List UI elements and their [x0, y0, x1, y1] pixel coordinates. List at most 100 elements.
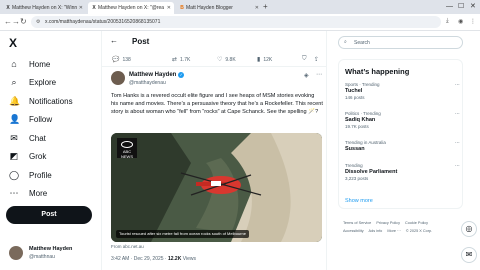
browser-menu-icon[interactable]: ⋮ [470, 18, 476, 25]
sidebar-item-grok[interactable]: ◩ Grok [9, 149, 47, 163]
trend-item[interactable]: Sports · Trending Tuchel 146 posts ⋯ [345, 82, 460, 101]
reload-icon[interactable]: ↻ [20, 17, 27, 27]
trend-count: 19.7K posts [345, 124, 369, 129]
grok-fab-button[interactable]: ◎ [461, 221, 477, 237]
trend-more-icon[interactable]: ⋯ [455, 140, 460, 146]
close-tab-icon[interactable]: ✕ [255, 2, 259, 14]
x-logo-icon[interactable]: X [9, 36, 17, 50]
repost-icon: ⇄ [172, 57, 178, 63]
trend-name: Tuchel [345, 88, 363, 94]
grok-icon[interactable]: ◈ [304, 72, 309, 79]
blogger-favicon-icon: B [180, 5, 184, 11]
back-icon[interactable]: ← [4, 17, 12, 27]
tweet-timestamp: 3:42 AM · Dec 29, 2025 · 12.2K Views [111, 256, 196, 262]
sidebar-item-more[interactable]: ⋯ More [9, 186, 48, 200]
link-source[interactable]: From abc.net.au [111, 244, 144, 249]
bookmark-button[interactable]: ⛉ [302, 56, 307, 63]
trend-name: Dissolve Parliament [345, 169, 398, 175]
page-title: Post [132, 37, 150, 46]
sidebar-item-chat[interactable]: ✉ Chat [9, 131, 46, 145]
tweet-text: Tom Hanks is a revered occult elite figu… [111, 93, 323, 116]
abc-news-logo: ABC NEWS [117, 138, 137, 159]
share-button[interactable]: ⇪ [314, 56, 319, 63]
reply-icon: 💬 [112, 57, 120, 63]
minimize-icon[interactable]: — [446, 2, 453, 12]
sidebar-item-home[interactable]: ⌂ Home [9, 57, 50, 71]
tweet-media-card[interactable]: ABC NEWS Tourist rescued after six metre… [111, 133, 322, 242]
follow-icon: 👤 [9, 113, 21, 124]
repost-count: 1.7K [180, 56, 191, 63]
reply-count: 138 [122, 56, 131, 63]
show-more-link[interactable]: Show more [345, 198, 373, 204]
views-total: 12.2K [167, 256, 182, 262]
close-tab-icon[interactable]: ✕ [167, 2, 171, 14]
trend-item[interactable]: Trending Dissolve Parliament 3,223 posts… [345, 163, 460, 182]
url-field[interactable]: ⚙ x.com/matthaydenau/status/200531652086… [31, 16, 441, 28]
search-icon: ⌕ [11, 76, 17, 87]
author-handle[interactable]: @matthaydenau [129, 80, 166, 86]
forward-icon[interactable]: → [12, 17, 20, 27]
x-favicon-icon: X [92, 5, 96, 11]
trend-item[interactable]: Politics · Trending Sadiq Khan 19.7K pos… [345, 111, 460, 130]
site-info-icon[interactable]: ⚙ [36, 19, 40, 25]
more-options-icon[interactable]: ⋯ [316, 71, 322, 78]
new-tab-button[interactable]: + [263, 2, 268, 12]
trend-name: Sadiq Khan [345, 117, 376, 123]
search-input[interactable]: ⌕ Search [338, 36, 463, 49]
trends-panel: What’s happening Sports · Trending Tuche… [338, 59, 463, 209]
trend-more-icon[interactable]: ⋯ [455, 111, 460, 117]
views-label: Views [181, 256, 196, 262]
repost-button[interactable]: ⇄ 1.7K [172, 56, 191, 64]
browser-tab-1[interactable]: X Matthew Hayden on X: "Winn ✕ [2, 2, 86, 14]
sidebar-item-notifications[interactable]: 🔔 Notifications [9, 94, 73, 108]
footer-link[interactable]: Terms of Service [343, 221, 371, 225]
sidebar-item-follow[interactable]: 👤 Follow [9, 112, 52, 126]
browser-tab-2[interactable]: X Matthew Hayden on X: "@rea ✕ [88, 2, 174, 14]
footer-link[interactable]: Privacy Policy [376, 221, 400, 225]
footer-link[interactable]: Cookie Policy [405, 221, 428, 225]
download-icon[interactable]: ⤓ [446, 18, 449, 25]
trend-count: 3,223 posts [345, 176, 369, 181]
post-header: ← Post [102, 31, 326, 53]
reply-button[interactable]: 💬 138 [112, 56, 131, 64]
sidebar-item-label: Profile [29, 170, 52, 180]
url-text: x.com/matthaydenau/status/20053165208681… [45, 19, 161, 25]
sidebar-item-explore[interactable]: ⌕ Explore [9, 75, 56, 89]
trend-more-icon[interactable]: ⋯ [455, 82, 460, 88]
heart-icon: ♡ [217, 57, 223, 63]
browser-tab-3[interactable]: B Matt Hayden Blogger ✕ [176, 2, 262, 14]
avatar[interactable] [111, 71, 125, 85]
footer-copyright: © 2025 X Corp. [405, 229, 433, 233]
timestamp-text: 3:42 AM · Dec 29, 2025 · [111, 256, 168, 262]
tab-title: Matthew Hayden on X: "@rea [98, 5, 165, 11]
trend-item[interactable]: Trending in Australia Sussan ⋯ [345, 140, 460, 153]
footer-link[interactable]: Accessibility [343, 229, 364, 233]
trend-more-icon[interactable]: ⋯ [455, 163, 460, 169]
more-icon: ⋯ [9, 187, 19, 198]
like-button[interactable]: ♡ 9.8K [217, 56, 236, 64]
grok-icon: ◩ [9, 150, 19, 161]
tweet-author[interactable]: Matthew Hayden ✓ [129, 72, 185, 78]
messages-fab-button[interactable]: ✉ [461, 247, 477, 263]
profile-avatar-icon[interactable]: ◉ [458, 18, 463, 25]
account-name: Matthew Hayden [29, 246, 73, 252]
author-name: Matthew Hayden [129, 72, 177, 78]
bell-icon: 🔔 [9, 95, 21, 106]
maximize-icon[interactable]: ☐ [458, 2, 464, 12]
close-tab-icon[interactable]: ✕ [79, 2, 83, 14]
close-window-icon[interactable]: ✕ [470, 2, 476, 12]
post-button[interactable]: Post [6, 206, 92, 224]
trend-name: Sussan [345, 146, 365, 152]
footer-link[interactable]: Ads info [369, 229, 383, 233]
like-count: 9.8K [225, 56, 236, 63]
footer-link[interactable]: More ··· [387, 229, 401, 233]
grok-icon: ◎ [465, 224, 473, 233]
x-favicon-icon: X [6, 5, 10, 11]
sidebar-item-label: More [29, 188, 48, 198]
account-switcher[interactable]: Matthew Hayden @matthnau [9, 244, 99, 264]
back-arrow-icon[interactable]: ← [110, 36, 118, 45]
views-button[interactable]: ▮ 12K [257, 56, 272, 64]
account-handle: @matthnau [29, 254, 55, 260]
bookmark-icon: ⛉ [302, 56, 307, 62]
sidebar-item-profile[interactable]: ◯ Profile [9, 168, 52, 182]
